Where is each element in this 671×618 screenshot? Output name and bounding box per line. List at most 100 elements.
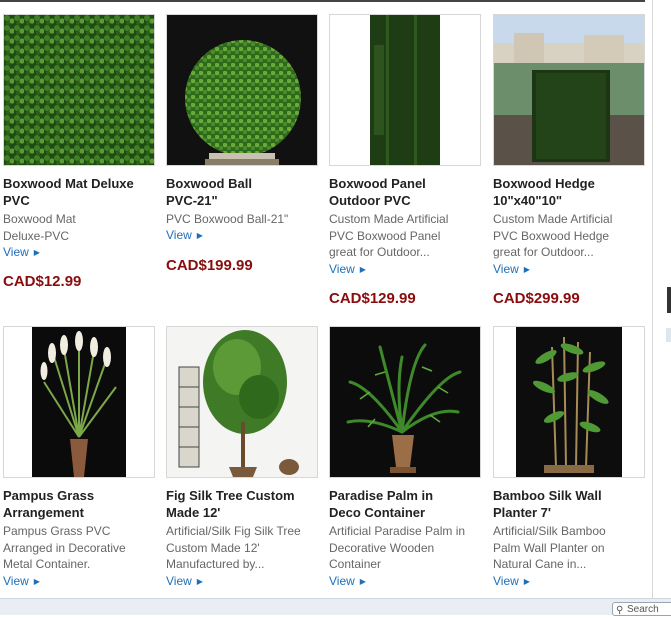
desc-line3: Natural Cane in... [493, 557, 587, 571]
product-image-boxwood-mat[interactable] [3, 14, 155, 166]
desc-line1: Artificial/Silk Fig Silk Tree [166, 524, 301, 538]
product-name-line2[interactable]: PVC-21" [166, 192, 326, 209]
view-label[interactable]: View [329, 262, 355, 276]
product-name[interactable]: Boxwood Hedge 10"x40"10" [493, 175, 653, 209]
view-link[interactable]: View ▶ [166, 574, 203, 588]
desc-line3: great for Outdoor... [329, 245, 430, 259]
desc-line2: Arranged in Decorative [3, 540, 126, 555]
product-name-line2[interactable]: Outdoor PVC [329, 192, 489, 209]
product-price: CAD$12.99 [3, 273, 82, 290]
product-name[interactable]: Bamboo Silk Wall Planter 7' [493, 487, 653, 521]
paradise-palm-image [330, 327, 480, 477]
desc-line1: Artificial/Silk Bamboo [493, 524, 606, 538]
pampus-grass-image [4, 327, 154, 477]
product-name-line1[interactable]: Boxwood Panel [329, 175, 489, 192]
search-label[interactable]: Search [627, 604, 659, 615]
desc-line2: Palm Wall Planter on [493, 540, 605, 555]
view-link[interactable]: View ▶ [166, 228, 203, 242]
product-name-line1[interactable]: Boxwood Mat Deluxe [3, 175, 163, 192]
product-name-line1[interactable]: Paradise Palm in [329, 487, 489, 504]
product-name-line2[interactable]: 10"x40"10" [493, 192, 653, 209]
product-image-pampus-grass[interactable] [3, 326, 155, 478]
desc-line2: PVC Boxwood Panel [329, 228, 441, 243]
product-name-line1[interactable]: Fig Silk Tree Custom [166, 487, 326, 504]
product-name-line2[interactable]: Arrangement [3, 504, 163, 521]
product-description: Boxwood Mat Deluxe-PVC [3, 211, 158, 244]
product-description: Custom Made Artificial PVC Boxwood Panel… [329, 211, 484, 261]
product-name[interactable]: Boxwood Panel Outdoor PVC [329, 175, 489, 209]
chevron-right-icon: ▶ [359, 577, 366, 586]
side-tab [666, 328, 671, 342]
product-image-boxwood-hedge[interactable] [493, 14, 645, 166]
desc-line1: Boxwood Mat [3, 212, 76, 226]
product-name[interactable]: Boxwood Mat Deluxe PVC [3, 175, 163, 209]
desc-line3: great for Outdoor... [493, 245, 594, 259]
boxwood-ball-image [167, 15, 317, 165]
product-image-boxwood-ball[interactable] [166, 14, 318, 166]
product-name-line2[interactable]: Planter 7' [493, 504, 653, 521]
chevron-right-icon: ▶ [33, 248, 40, 257]
view-label[interactable]: View [3, 574, 29, 588]
bamboo-planter-image [494, 327, 644, 477]
bottom-bar [0, 598, 671, 615]
boxwood-mat-image [4, 15, 154, 165]
chevron-right-icon: ▶ [523, 577, 530, 586]
product-name[interactable]: Pampus Grass Arrangement [3, 487, 163, 521]
product-name-line2[interactable]: Made 12' [166, 504, 326, 521]
product-image-bamboo-planter[interactable] [493, 326, 645, 478]
view-label[interactable]: View [166, 574, 192, 588]
view-link[interactable]: View ▶ [493, 574, 530, 588]
product-name-line1[interactable]: Boxwood Hedge [493, 175, 653, 192]
product-name-line2[interactable]: PVC [3, 192, 163, 209]
product-image-fig-silk-tree[interactable] [166, 326, 318, 478]
desc-line2: PVC Boxwood Hedge [493, 228, 610, 243]
view-link[interactable]: View ▶ [3, 574, 40, 588]
product-description: Artificial/Silk Bamboo Palm Wall Planter… [493, 523, 648, 573]
search-icon: ⚲ [616, 605, 624, 616]
desc-line1: Artificial Paradise Palm in [329, 524, 466, 538]
view-label[interactable]: View [329, 574, 355, 588]
view-label[interactable]: View [493, 262, 519, 276]
product-description: PVC Boxwood Ball-21" [166, 211, 321, 228]
product-description: Custom Made Artificial PVC Boxwood Hedge… [493, 211, 648, 261]
view-link[interactable]: View ▶ [493, 262, 530, 276]
product-name[interactable]: Fig Silk Tree Custom Made 12' [166, 487, 326, 521]
product-name[interactable]: Paradise Palm in Deco Container [329, 487, 489, 521]
chevron-right-icon: ▶ [359, 265, 366, 274]
scroll-marker [667, 287, 671, 313]
desc-line2: Custom Made 12' [166, 540, 260, 555]
desc-line3: Manufactured by... [166, 557, 265, 571]
product-name-line1[interactable]: Boxwood Ball [166, 175, 326, 192]
product-description: Artificial Paradise Palm in Decorative W… [329, 523, 484, 573]
chevron-right-icon: ▶ [196, 231, 203, 240]
view-link[interactable]: View ▶ [329, 262, 366, 276]
product-price: CAD$299.99 [493, 290, 580, 307]
desc-line1: Pampus Grass PVC [3, 524, 111, 538]
product-name-line1[interactable]: Pampus Grass [3, 487, 163, 504]
product-image-boxwood-panel[interactable] [329, 14, 481, 166]
view-label[interactable]: View [166, 228, 192, 242]
view-label[interactable]: View [493, 574, 519, 588]
boxwood-hedge-image [494, 15, 644, 165]
desc-line2: Decorative Wooden [329, 540, 435, 555]
chevron-right-icon: ▶ [196, 577, 203, 586]
desc-line2: Deluxe-PVC [3, 228, 70, 243]
product-description: Pampus Grass PVC Arranged in Decorative … [3, 523, 158, 573]
chevron-right-icon: ▶ [33, 577, 40, 586]
view-link[interactable]: View ▶ [3, 245, 40, 259]
boxwood-panel-image [330, 15, 480, 165]
chevron-right-icon: ▶ [523, 265, 530, 274]
view-link[interactable]: View ▶ [329, 574, 366, 588]
fig-silk-tree-image [167, 327, 317, 477]
desc-line3: Container [329, 557, 382, 571]
product-price: CAD$129.99 [329, 290, 416, 307]
view-label[interactable]: View [3, 245, 29, 259]
product-name-line2[interactable]: Deco Container [329, 504, 489, 521]
product-name-line1[interactable]: Bamboo Silk Wall [493, 487, 653, 504]
product-image-paradise-palm[interactable] [329, 326, 481, 478]
product-name[interactable]: Boxwood Ball PVC-21" [166, 175, 326, 209]
desc-line1: PVC Boxwood Ball-21" [166, 212, 289, 226]
desc-line1: Custom Made Artificial [493, 212, 613, 226]
product-description: Artificial/Silk Fig Silk Tree Custom Mad… [166, 523, 321, 573]
top-divider [0, 0, 645, 2]
